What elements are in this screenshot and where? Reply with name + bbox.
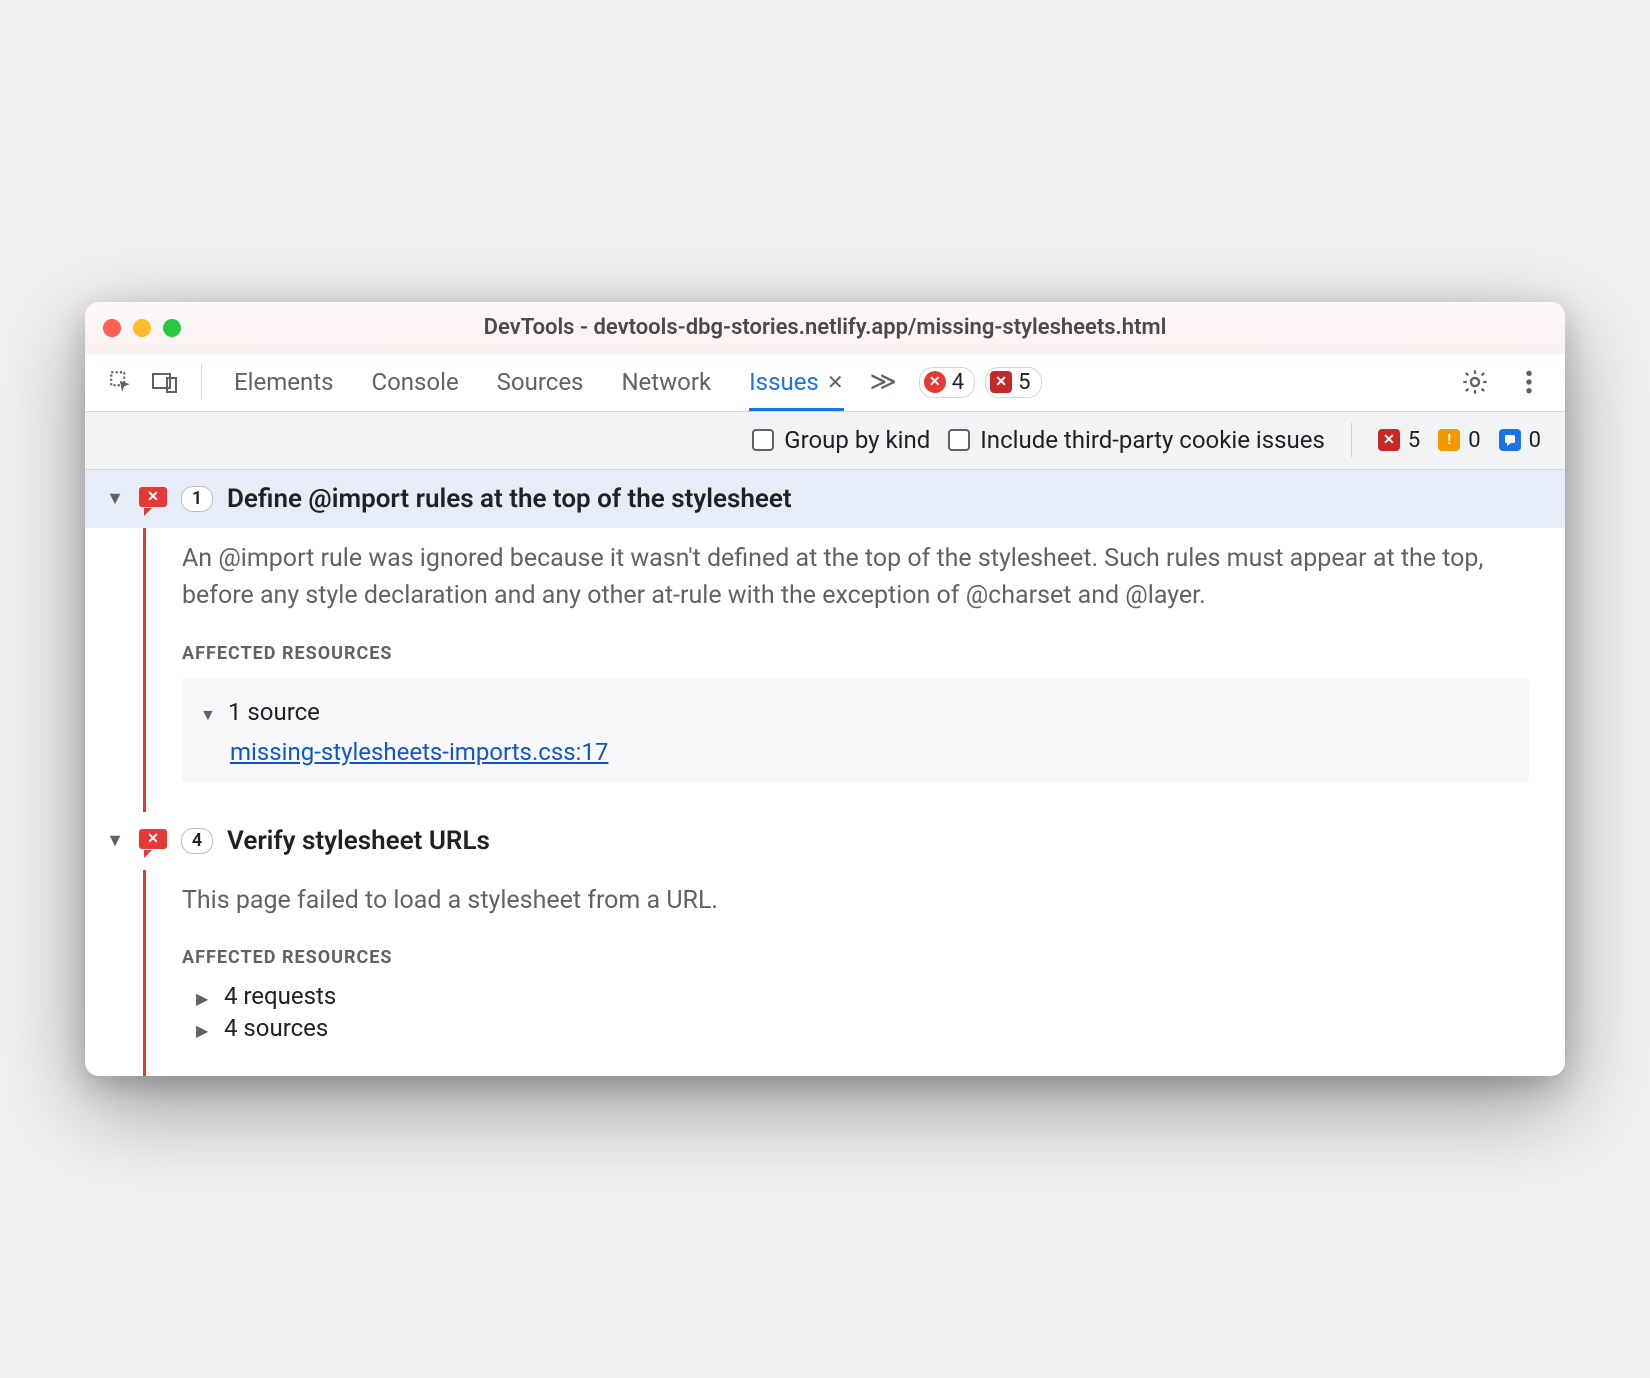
tab-issues-label: Issues [749, 368, 819, 396]
console-errors-badge[interactable]: ✕ 4 [919, 367, 975, 398]
device-toggle-icon[interactable] [147, 364, 183, 400]
devtools-window: DevTools - devtools-dbg-stories.netlify.… [85, 302, 1565, 1077]
window-close-button[interactable] [103, 319, 121, 337]
issue-title: Define @import rules at the top of the s… [227, 484, 792, 514]
issue-error-icon: ✕ [139, 487, 167, 511]
kebab-menu-icon[interactable] [1511, 364, 1547, 400]
affected-sources-toggle[interactable]: ▶ 4 sources [182, 1014, 1529, 1042]
gear-icon[interactable] [1457, 364, 1493, 400]
tabbar-right [1457, 364, 1547, 400]
issue-description: This page failed to load a stylesheet fr… [182, 882, 1529, 920]
issue-title: Verify stylesheet URLs [227, 826, 490, 856]
issues-toolbar: Group by kind Include third-party cookie… [85, 412, 1565, 470]
error-icon: ✕ [924, 371, 946, 393]
titlebar: DevTools - devtools-dbg-stories.netlify.… [85, 302, 1565, 354]
tab-sources[interactable]: Sources [497, 354, 584, 410]
divider [1351, 423, 1352, 457]
issue-count-badge: 1 [181, 486, 213, 512]
source-link-row: missing-stylesheets-imports.css:17 [200, 738, 1511, 766]
info-icon [1499, 429, 1521, 451]
issue-error-icon: ✕ [139, 829, 167, 853]
tab-network[interactable]: Network [621, 354, 711, 410]
issue-header[interactable]: ▼ ✕ 1 Define @import rules at the top of… [85, 470, 1565, 528]
source-link[interactable]: missing-stylesheets-imports.css:17 [230, 738, 608, 766]
window-minimize-button[interactable] [133, 319, 151, 337]
issue-item: ▼ ✕ 4 Verify stylesheet URLs This page f… [85, 812, 1565, 1077]
window-zoom-button[interactable] [163, 319, 181, 337]
chevron-right-icon: ▶ [196, 989, 212, 1008]
sources-count-label: 1 source [228, 698, 320, 726]
include-third-party-label: Include third-party cookie issues [980, 426, 1325, 454]
tab-issues[interactable]: Issues ✕ [749, 354, 843, 410]
tabbar: Elements Console Sources Network Issues … [85, 354, 1565, 412]
issue-header[interactable]: ▼ ✕ 4 Verify stylesheet URLs [85, 812, 1565, 870]
group-by-kind-checkbox[interactable]: Group by kind [752, 426, 930, 454]
issue-count-badge: 4 [181, 828, 213, 854]
issues-error-counter[interactable]: ✕ 5 [1378, 428, 1420, 453]
affected-resources-box: ▼ 1 source missing-stylesheets-imports.c… [182, 678, 1529, 782]
tab-console[interactable]: Console [371, 354, 458, 410]
affected-sources-toggle[interactable]: ▼ 1 source [200, 698, 1511, 726]
warning-icon: ! [1438, 429, 1460, 451]
issue-body: An @import rule was ignored because it w… [143, 528, 1565, 812]
group-by-kind-label: Group by kind [784, 426, 930, 454]
issue-item: ▼ ✕ 1 Define @import rules at the top of… [85, 470, 1565, 812]
chevron-down-icon: ▼ [105, 488, 125, 509]
issues-list: ▼ ✕ 1 Define @import rules at the top of… [85, 470, 1565, 1077]
checkbox-icon [752, 429, 774, 451]
info-count: 0 [1529, 428, 1541, 453]
more-tabs-icon[interactable]: ≫ [870, 367, 897, 397]
tab-elements[interactable]: Elements [234, 354, 333, 410]
panel-tabs: Elements Console Sources Network Issues … [234, 354, 844, 410]
close-icon[interactable]: ✕ [827, 370, 844, 394]
warning-count: 0 [1468, 428, 1480, 453]
issue-description: An @import rule was ignored because it w… [182, 540, 1529, 615]
error-icon: ✕ [1378, 429, 1400, 451]
error-badges: ✕ 4 ✕ 5 [919, 367, 1042, 398]
error-icon: ✕ [990, 371, 1012, 393]
issue-body: This page failed to load a stylesheet fr… [143, 870, 1565, 1077]
chevron-down-icon: ▼ [200, 705, 216, 725]
chevron-down-icon: ▼ [105, 830, 125, 851]
window-title: DevTools - devtools-dbg-stories.netlify.… [85, 315, 1565, 340]
issues-errors-count: 5 [1018, 370, 1030, 395]
affected-resources-label: AFFECTED RESOURCES [182, 643, 1529, 664]
checkbox-icon [948, 429, 970, 451]
affected-resources-label: AFFECTED RESOURCES [182, 947, 1529, 968]
include-third-party-checkbox[interactable]: Include third-party cookie issues [948, 426, 1325, 454]
sources-count-label: 4 sources [224, 1014, 328, 1042]
affected-requests-toggle[interactable]: ▶ 4 requests [182, 982, 1529, 1010]
inspect-element-icon[interactable] [103, 364, 139, 400]
chevron-right-icon: ▶ [196, 1021, 212, 1040]
issues-errors-badge[interactable]: ✕ 5 [985, 367, 1041, 398]
requests-count-label: 4 requests [224, 982, 336, 1010]
issues-warning-counter[interactable]: ! 0 [1438, 428, 1480, 453]
traffic-lights [103, 319, 181, 337]
issues-info-counter[interactable]: 0 [1499, 428, 1541, 453]
console-errors-count: 4 [952, 370, 964, 395]
divider [201, 364, 202, 400]
error-count: 5 [1408, 428, 1420, 453]
